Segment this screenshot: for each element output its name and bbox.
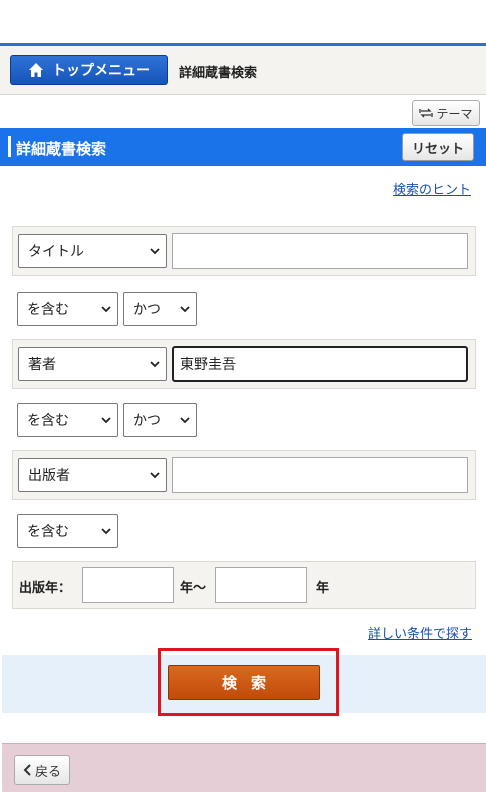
field-select-3-value: 出版者 — [28, 468, 70, 484]
year-to-input[interactable] — [215, 567, 307, 603]
match-select-2[interactable]: を含む — [17, 403, 118, 437]
chevron-down-icon — [150, 361, 160, 368]
year-suffix: 年 — [316, 581, 330, 596]
chevron-left-icon — [23, 764, 31, 776]
operator-select-2-value: かつ — [133, 413, 161, 429]
chevron-down-icon — [150, 248, 160, 255]
match-select-1[interactable]: を含む — [17, 292, 118, 326]
chevron-down-icon — [150, 472, 160, 479]
year-range-separator: 年～ — [180, 581, 207, 596]
year-label: 出版年： — [19, 581, 72, 596]
field-select-1[interactable]: タイトル — [18, 234, 167, 268]
keyword-input-2[interactable]: 東野圭吾 — [172, 346, 468, 382]
operator-select-1-value: かつ — [133, 302, 161, 318]
match-select-1-value: を含む — [27, 302, 69, 318]
back-label: 戻る — [34, 764, 61, 780]
header-marker — [8, 136, 11, 157]
footer-bar: 戻る — [2, 743, 486, 792]
field-select-3[interactable]: 出版者 — [18, 458, 167, 492]
field-select-1-value: タイトル — [28, 244, 84, 260]
chevron-down-icon — [180, 306, 190, 313]
chevron-down-icon — [101, 417, 111, 424]
chevron-down-icon — [180, 417, 190, 424]
match-select-3[interactable]: を含む — [17, 514, 118, 548]
keyword-input-3[interactable] — [172, 457, 468, 493]
chevron-down-icon — [101, 528, 111, 535]
field-select-2[interactable]: 著者 — [18, 347, 167, 381]
page-header: 詳細蔵書検索 リセット — [0, 128, 486, 166]
title-field-row: タイトル — [12, 226, 476, 276]
field-select-2-value: 著者 — [28, 357, 56, 373]
publication-year-row: 出版年： 年～ 年 — [12, 561, 476, 609]
swap-icon — [419, 108, 434, 118]
top-menu-button[interactable]: トップメニュー — [10, 55, 168, 85]
reset-button[interactable]: リセット — [402, 133, 474, 161]
advanced-search-link[interactable]: 詳しい条件で探す — [368, 623, 472, 642]
navigation-bar: トップメニュー 詳細蔵書検索 — [0, 46, 486, 95]
publisher-field-row: 出版者 — [12, 450, 476, 500]
author-field-row: 著者 東野圭吾 — [12, 339, 476, 389]
theme-label: テーマ — [436, 106, 473, 121]
keyword-input-1[interactable] — [172, 233, 468, 269]
chevron-down-icon — [101, 306, 111, 313]
home-icon — [29, 63, 43, 77]
breadcrumb: 詳細蔵書検索 — [179, 66, 258, 81]
search-button[interactable]: 検索 — [168, 665, 320, 700]
search-hint-link[interactable]: 検索のヒント — [393, 179, 471, 198]
theme-button[interactable]: テーマ — [412, 100, 480, 126]
back-button[interactable]: 戻る — [14, 755, 70, 785]
page-title: 詳細蔵書検索 — [16, 140, 107, 158]
top-menu-label: トップメニュー — [52, 63, 150, 79]
match-select-2-value: を含む — [27, 413, 69, 429]
year-from-input[interactable] — [82, 567, 174, 603]
operator-select-2[interactable]: かつ — [123, 403, 197, 437]
operator-select-1[interactable]: かつ — [123, 292, 197, 326]
match-select-3-value: を含む — [27, 524, 69, 540]
